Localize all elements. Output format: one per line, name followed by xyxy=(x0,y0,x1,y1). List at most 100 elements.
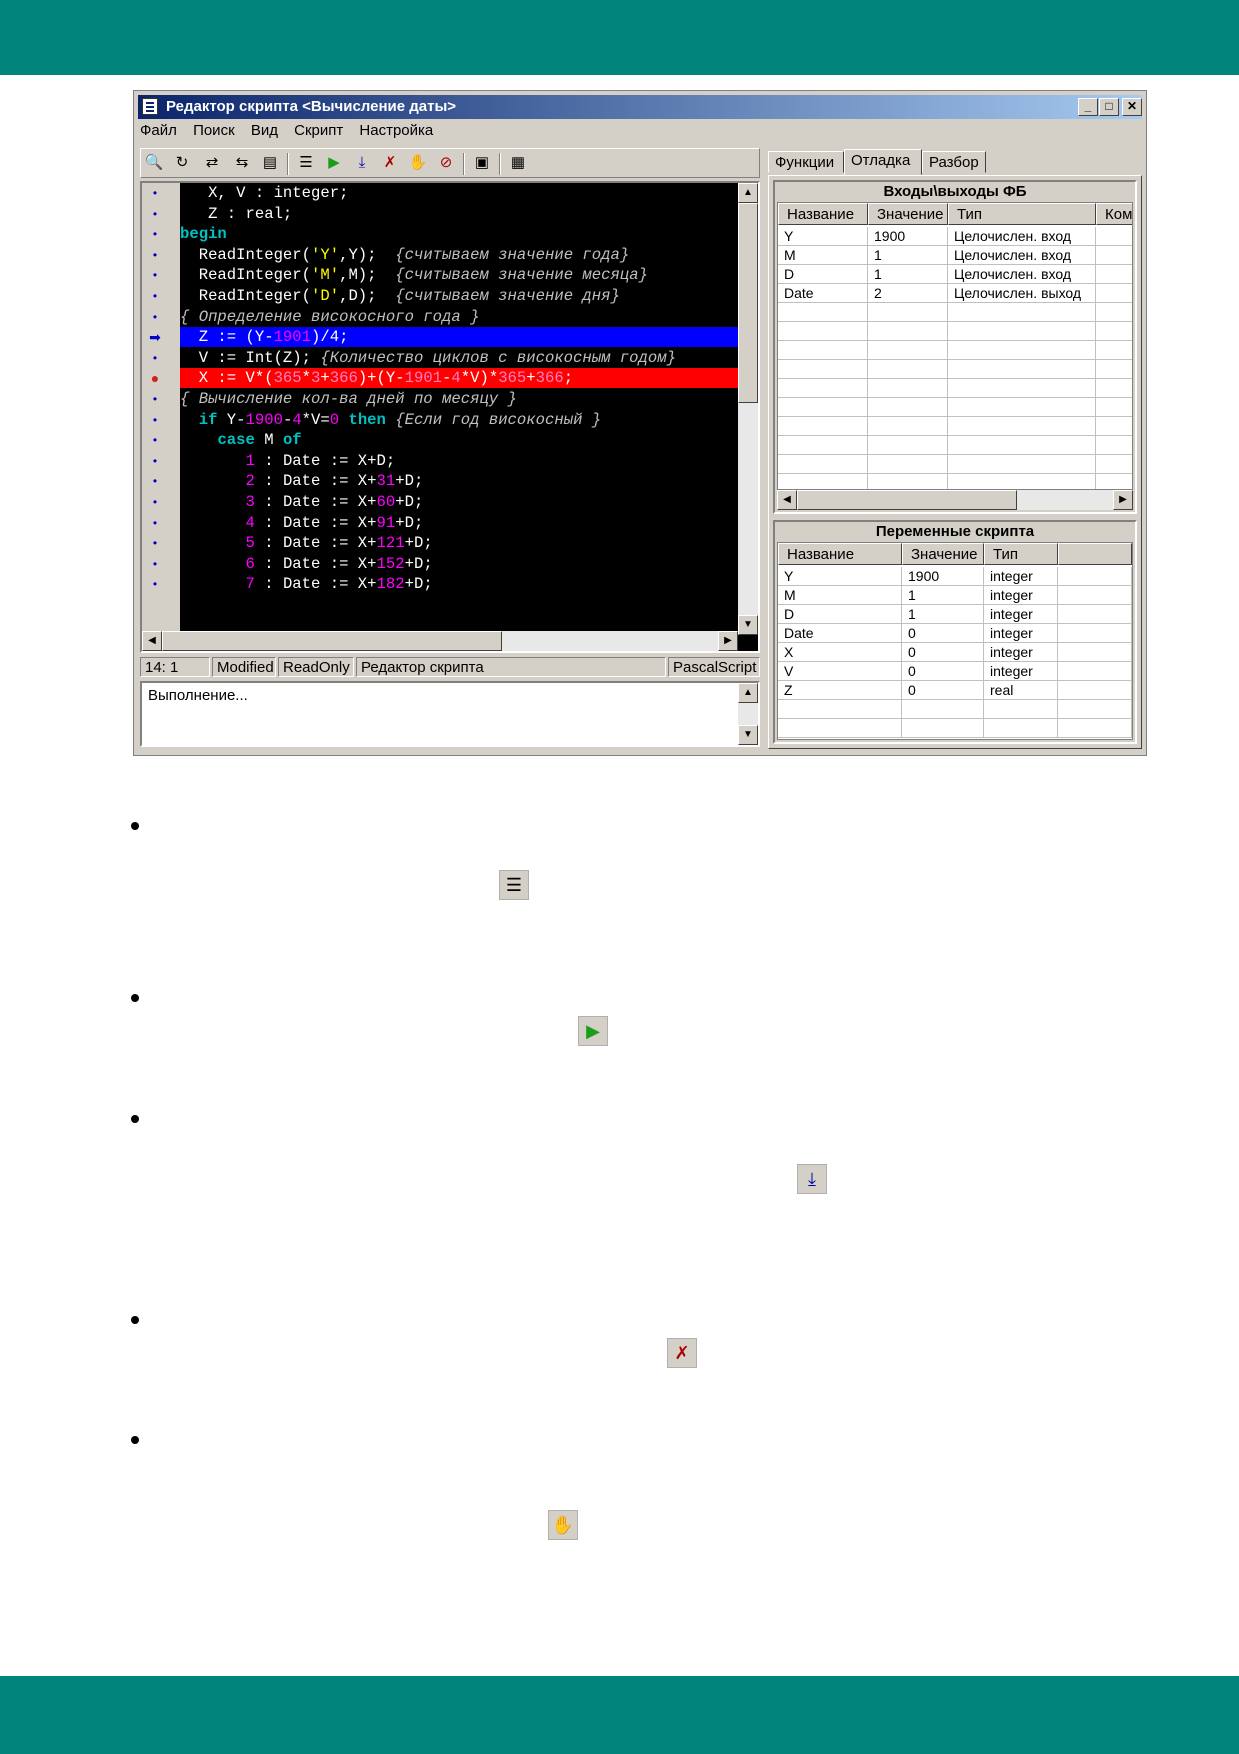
io-table[interactable]: НазваниеЗначениеТипКоммY1900Целочислен. … xyxy=(777,202,1133,490)
tab-parse[interactable]: Разбор xyxy=(922,151,986,173)
menu-view[interactable]: Вид xyxy=(251,122,278,139)
scroll-right-button[interactable]: ▶ xyxy=(1113,490,1133,510)
code-line[interactable]: 7 : Date := X+182+D; xyxy=(180,574,738,594)
table-cell[interactable] xyxy=(948,455,1096,474)
table-cell[interactable] xyxy=(1058,719,1132,738)
editor-horizontal-scrollbar[interactable]: ◀ ▶ xyxy=(142,631,738,651)
table-cell[interactable] xyxy=(778,436,868,455)
table-cell[interactable] xyxy=(1058,586,1132,605)
table-cell[interactable]: Date xyxy=(778,624,902,643)
table-cell[interactable] xyxy=(1096,455,1132,474)
line-marker-icon[interactable]: • xyxy=(142,513,168,533)
line-marker-icon[interactable]: • xyxy=(142,245,168,265)
code-line[interactable]: X := V*(365*3+366)+(Y-1901-4*V)*365+366; xyxy=(180,368,738,389)
table-cell[interactable]: integer xyxy=(984,567,1058,586)
table-cell[interactable] xyxy=(1096,379,1132,398)
table-cell[interactable] xyxy=(1096,246,1132,265)
table-cell[interactable] xyxy=(1096,303,1132,322)
table-cell[interactable] xyxy=(1096,284,1132,303)
code-line[interactable]: { Вычисление кол-ва дней по месяцу } xyxy=(180,389,738,409)
table-cell[interactable]: 1 xyxy=(868,265,948,284)
table-cell[interactable] xyxy=(778,719,902,738)
table-cell[interactable] xyxy=(868,398,948,417)
table-cell[interactable]: 1900 xyxy=(868,227,948,246)
table-cell[interactable]: integer xyxy=(984,586,1058,605)
table-cell[interactable] xyxy=(902,719,984,738)
code-line[interactable]: 6 : Date := X+152+D; xyxy=(180,554,738,574)
line-marker-icon[interactable]: • xyxy=(142,389,168,409)
table-cell[interactable]: Целочислен. вход xyxy=(948,227,1096,246)
table-cell[interactable] xyxy=(1096,360,1132,379)
code-area[interactable]: X, V : integer; Z : real; begin ReadInteg… xyxy=(180,183,738,635)
table-cell[interactable] xyxy=(778,322,868,341)
table-cell[interactable] xyxy=(778,341,868,360)
column-header[interactable]: Тип xyxy=(984,543,1058,565)
find-next-icon[interactable]: ↻ xyxy=(171,153,193,173)
table-cell[interactable]: Y xyxy=(778,227,868,246)
table-cell[interactable]: integer xyxy=(984,662,1058,681)
column-header[interactable] xyxy=(1058,543,1132,565)
table-cell[interactable] xyxy=(948,341,1096,360)
table-cell[interactable] xyxy=(868,474,948,489)
line-marker-icon[interactable]: • xyxy=(142,410,168,430)
code-line[interactable]: 4 : Date := X+91+D; xyxy=(180,513,738,533)
code-line[interactable]: Z : real; xyxy=(180,204,738,224)
table-cell[interactable]: 1 xyxy=(902,586,984,605)
table-cell[interactable] xyxy=(868,303,948,322)
table-cell[interactable]: Целочислен. вход xyxy=(948,246,1096,265)
table-cell[interactable] xyxy=(868,455,948,474)
code-line[interactable]: 3 : Date := X+60+D; xyxy=(180,492,738,512)
code-icon[interactable]: ▣ xyxy=(471,153,493,173)
table-cell[interactable] xyxy=(948,474,1096,489)
scroll-up-button[interactable]: ▲ xyxy=(738,183,758,203)
table-cell[interactable]: integer xyxy=(984,643,1058,662)
menu-script[interactable]: Скрипт xyxy=(294,122,343,139)
maximize-button[interactable]: □ xyxy=(1099,98,1119,116)
clear-breakpoints-icon[interactable]: ⊘ xyxy=(435,153,457,173)
scroll-left-button[interactable]: ◀ xyxy=(142,631,162,651)
run-icon[interactable]: ▶ xyxy=(323,153,345,173)
line-marker-icon[interactable]: • xyxy=(142,451,168,471)
table-cell[interactable]: Целочислен. выход xyxy=(948,284,1096,303)
table-cell[interactable] xyxy=(948,322,1096,341)
table-cell[interactable] xyxy=(778,379,868,398)
column-header[interactable]: Комм xyxy=(1096,203,1132,225)
replace-next-icon[interactable]: ⇆ xyxy=(231,153,253,173)
column-header[interactable]: Значение xyxy=(868,203,948,225)
scroll-thumb[interactable] xyxy=(797,490,1017,510)
table-cell[interactable] xyxy=(868,417,948,436)
code-line[interactable]: ReadInteger('M',M); {считываем значение … xyxy=(180,265,738,285)
table-cell[interactable] xyxy=(778,700,902,719)
goto-line-icon[interactable]: ▤ xyxy=(259,153,281,173)
code-line[interactable]: X, V : integer; xyxy=(180,183,738,203)
vars-table[interactable]: Название Значение Тип Y 1900 integer M 1 integer… xyxy=(777,542,1133,740)
scroll-thumb[interactable] xyxy=(738,203,758,403)
table-cell[interactable] xyxy=(948,360,1096,379)
table-cell[interactable]: D xyxy=(778,605,902,624)
table-cell[interactable]: X xyxy=(778,643,902,662)
table-cell[interactable]: Y xyxy=(778,567,902,586)
replace-icon[interactable]: ⇄ xyxy=(201,153,223,173)
table-cell[interactable]: real xyxy=(984,681,1058,700)
table-cell[interactable]: 0 xyxy=(902,643,984,662)
table-cell[interactable] xyxy=(948,436,1096,455)
menu-search[interactable]: Поиск xyxy=(193,122,235,139)
line-marker-icon[interactable]: • xyxy=(142,574,168,594)
title-bar[interactable]: Редактор скрипта <Вычисление даты> _ □ ✕ xyxy=(138,95,1142,119)
table-cell[interactable]: 1900 xyxy=(902,567,984,586)
reset-icon[interactable]: ✗ xyxy=(379,153,401,173)
find-icon[interactable]: 🔍 xyxy=(143,153,165,173)
scroll-thumb[interactable] xyxy=(162,631,502,651)
code-line[interactable]: 2 : Date := X+31+D; xyxy=(180,471,738,491)
close-button[interactable]: ✕ xyxy=(1122,98,1142,116)
line-marker-icon[interactable]: • xyxy=(142,430,168,450)
execution-point-icon[interactable]: ➡ xyxy=(142,327,168,347)
code-line[interactable]: case M of xyxy=(180,430,738,450)
line-marker-icon[interactable]: • xyxy=(142,286,168,306)
table-cell[interactable] xyxy=(1096,474,1132,489)
table-cell[interactable] xyxy=(868,341,948,360)
table-cell[interactable]: Целочислен. вход xyxy=(948,265,1096,284)
line-marker-icon[interactable]: • xyxy=(142,471,168,491)
table-cell[interactable] xyxy=(948,303,1096,322)
scroll-up-button[interactable]: ▲ xyxy=(738,683,758,703)
